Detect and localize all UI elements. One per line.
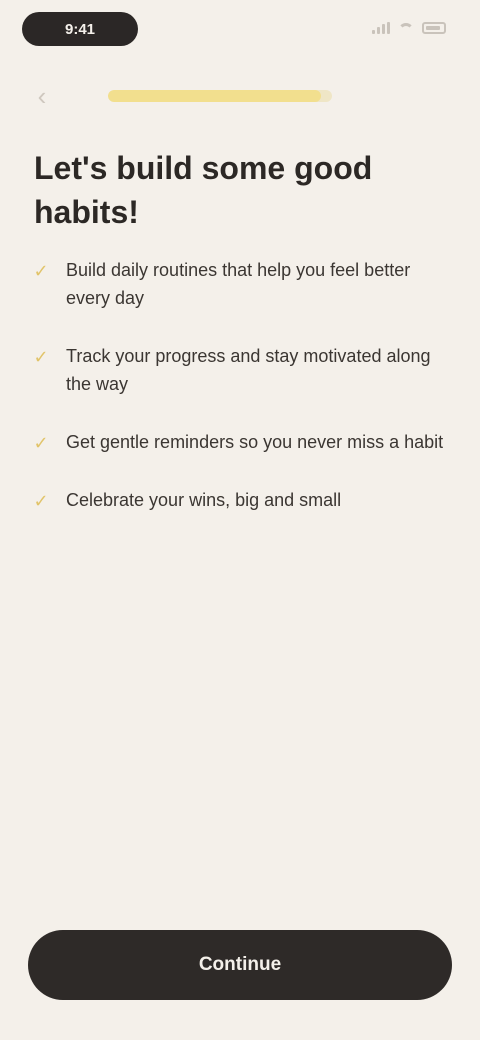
benefit-text: Build daily routines that help you feel … bbox=[66, 260, 411, 308]
benefit-item: ✓ Celebrate your wins, big and small bbox=[30, 486, 450, 514]
battery-icon bbox=[422, 22, 446, 34]
benefit-item: ✓ Track your progress and stay motivated… bbox=[30, 342, 450, 398]
onboarding-progress-bar bbox=[108, 90, 332, 102]
check-icon: ✓ bbox=[33, 261, 49, 281]
benefit-list: ✓ Build daily routines that help you fee… bbox=[30, 256, 450, 544]
check-icon: ✓ bbox=[33, 347, 49, 367]
benefit-text: Celebrate your wins, big and small bbox=[66, 490, 342, 510]
benefit-item: ✓ Build daily routines that help you fee… bbox=[30, 256, 450, 312]
status-bar: 9:41 bbox=[0, 0, 480, 60]
back-button[interactable]: ‹ bbox=[28, 82, 56, 110]
benefit-text: Track your progress and stay motivated a… bbox=[66, 346, 431, 394]
status-time: 9:41 bbox=[22, 12, 138, 46]
benefit-text: Get gentle reminders so you never miss a… bbox=[66, 432, 444, 452]
page-title: Let's build some good habits! bbox=[34, 150, 373, 230]
status-icons bbox=[372, 22, 446, 34]
continue-button[interactable]: Continue bbox=[28, 930, 452, 1000]
progress-fill bbox=[108, 90, 321, 102]
wifi-icon bbox=[398, 22, 414, 34]
check-icon: ✓ bbox=[33, 491, 49, 511]
benefit-item: ✓ Get gentle reminders so you never miss… bbox=[30, 428, 450, 456]
top-nav: ‹ bbox=[0, 72, 480, 120]
chevron-left-icon: ‹ bbox=[37, 81, 47, 111]
check-icon: ✓ bbox=[33, 433, 49, 453]
signal-icon bbox=[372, 22, 390, 34]
onboarding-screen: 9:41 ‹ Let's build some good habits! ✓ B… bbox=[0, 0, 480, 1040]
